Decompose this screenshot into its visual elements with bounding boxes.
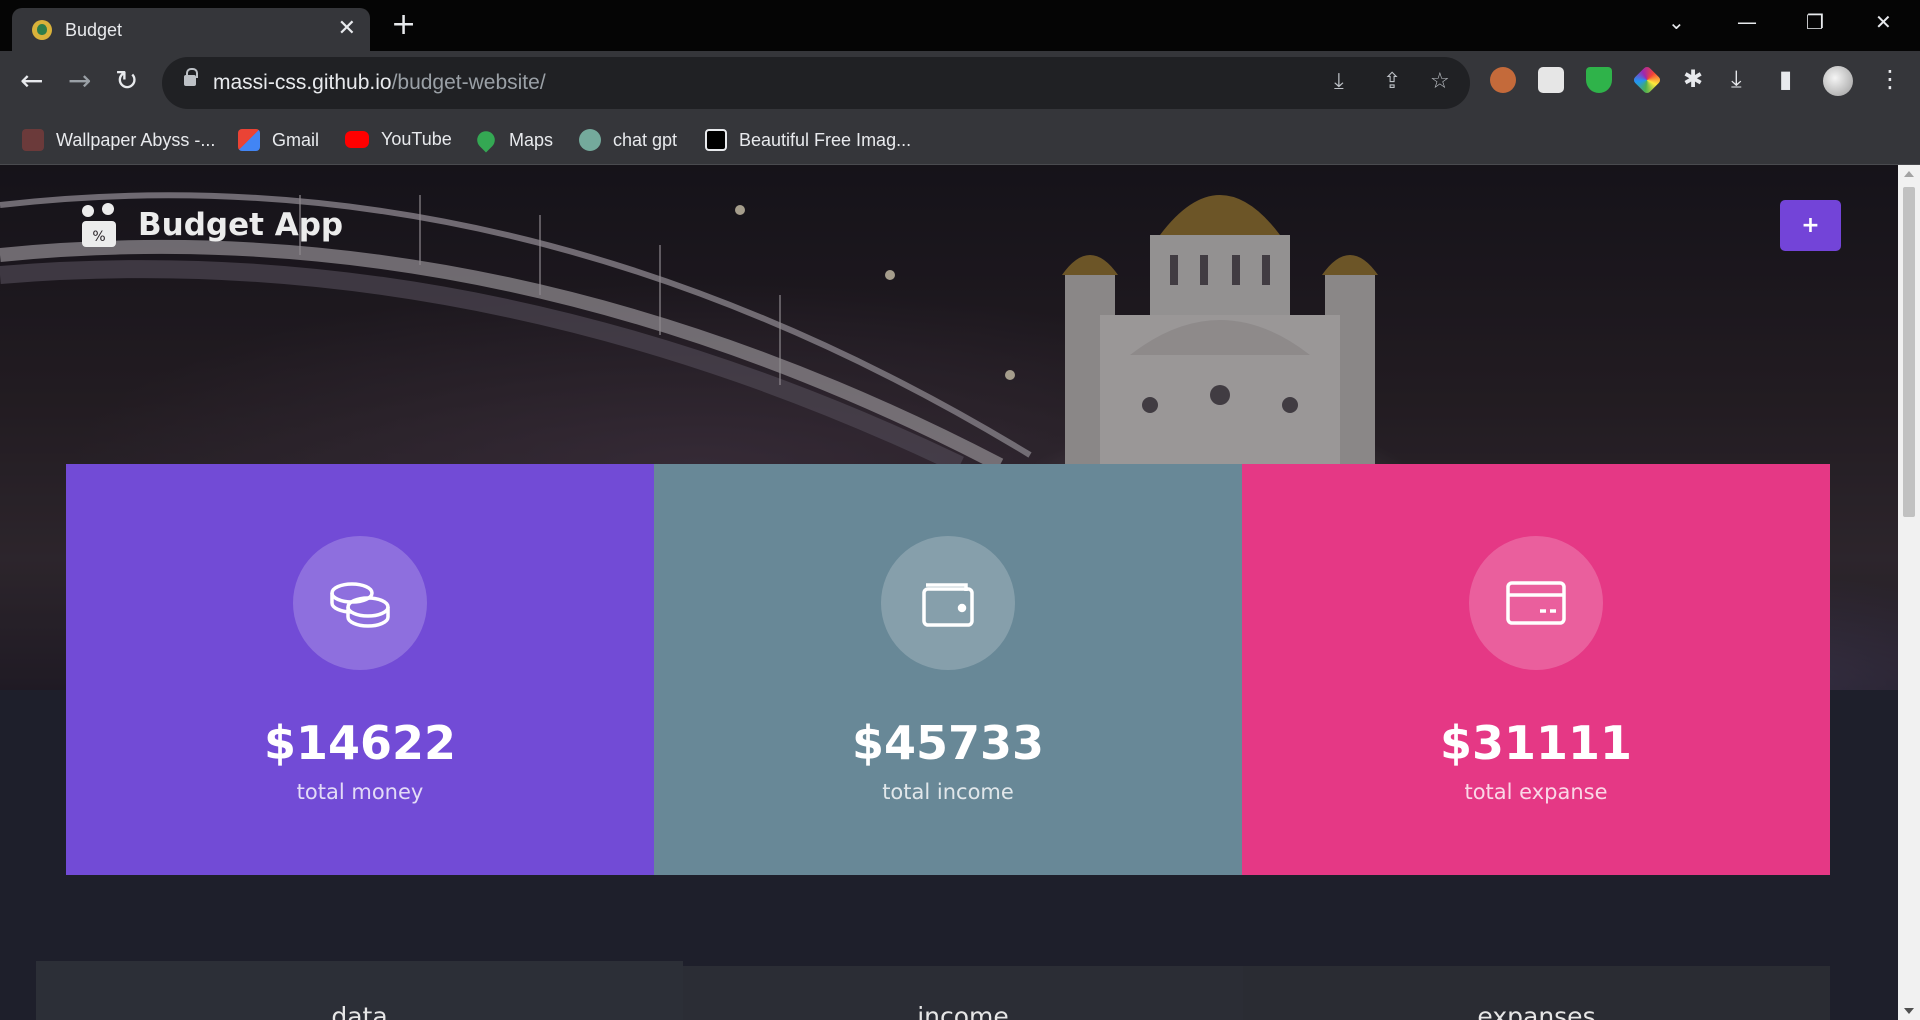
tab-close-icon[interactable]: ✕: [338, 16, 356, 42]
side-panel-icon[interactable]: ▮: [1779, 65, 1792, 93]
app-title: Budget App: [138, 207, 344, 243]
window-close-icon[interactable]: ✕: [1875, 10, 1892, 34]
reload-button[interactable]: ↻: [115, 65, 138, 97]
notes-extension-icon[interactable]: [1538, 67, 1564, 93]
bookmark-youtube[interactable]: YouTube: [345, 129, 452, 150]
total-money-amount: $14622: [263, 716, 457, 770]
tab-search-icon[interactable]: ⌄: [1668, 10, 1685, 34]
youtube-icon: [345, 131, 369, 148]
scroll-down-arrow-icon[interactable]: [1904, 1008, 1914, 1014]
bookmarks-bar: Wallpaper Abyss -... Gmail YouTube Maps …: [0, 117, 1920, 165]
bookmark-star-icon[interactable]: ☆: [1430, 69, 1450, 95]
summary-cards: $14622 total money $45733 total income $…: [66, 464, 1830, 875]
install-app-icon[interactable]: ⤓: [1334, 69, 1344, 95]
scroll-up-arrow-icon[interactable]: [1904, 171, 1914, 177]
minimize-icon[interactable]: —: [1737, 10, 1757, 34]
tab-title: Budget: [65, 20, 123, 40]
shield-extension-icon[interactable]: [1586, 67, 1612, 93]
browser-tab-bar: Budget ✕ + ⌄ — ❐ ✕: [0, 0, 1920, 51]
page-scrollbar[interactable]: [1898, 165, 1920, 1020]
maps-icon: [473, 127, 499, 153]
unsplash-icon: [705, 129, 727, 151]
url-text[interactable]: massi-css.github.io/budget-website/: [213, 71, 546, 95]
forward-button[interactable]: →: [68, 65, 91, 97]
bookmark-gmail[interactable]: Gmail: [238, 129, 319, 151]
download-icon[interactable]: ⤓: [1731, 65, 1742, 93]
lock-icon[interactable]: [184, 68, 198, 86]
total-money-card: $14622 total money: [66, 464, 654, 875]
expanses-panel-title: expanses: [1477, 1002, 1596, 1020]
bottom-panels: data income expanses: [36, 961, 1830, 1020]
bookmark-wallpaper-abyss[interactable]: Wallpaper Abyss -...: [22, 129, 215, 151]
income-panel: income: [683, 966, 1243, 1020]
page-viewport: % Budget App + $14622 total money $45733…: [0, 165, 1898, 1020]
restore-icon[interactable]: ❐: [1806, 10, 1824, 34]
total-expanse-card: $31111 total expanse: [1242, 464, 1830, 875]
color-picker-extension-icon[interactable]: [1632, 65, 1662, 95]
address-bar[interactable]: massi-css.github.io/budget-website/ ⤓ ⇪ …: [162, 57, 1470, 109]
total-income-card: $45733 total income: [654, 464, 1242, 875]
credit-card-icon: [1469, 536, 1603, 670]
data-panel: data: [36, 961, 683, 1020]
wallet-icon: [881, 536, 1015, 670]
profile-avatar[interactable]: [1823, 66, 1853, 96]
coins-icon: [293, 536, 427, 670]
cookie-extension-icon[interactable]: [1490, 67, 1516, 93]
add-transaction-button[interactable]: +: [1780, 200, 1841, 251]
total-income-label: total income: [882, 780, 1014, 804]
bookmark-maps[interactable]: Maps: [473, 127, 553, 153]
bookmark-unsplash[interactable]: Beautiful Free Imag...: [705, 129, 911, 151]
total-expanse-label: total expanse: [1464, 780, 1608, 804]
extensions-icon[interactable]: ✱: [1683, 65, 1703, 93]
bookmark-chat-gpt[interactable]: chat gpt: [579, 129, 677, 151]
new-tab-button[interactable]: +: [391, 8, 416, 42]
browser-tab[interactable]: Budget ✕: [12, 8, 370, 51]
chatgpt-icon: [579, 129, 601, 151]
browser-menu-icon[interactable]: ⋮: [1878, 65, 1902, 93]
browser-toolbar: ← → ↻ massi-css.github.io/budget-website…: [0, 51, 1920, 165]
back-button[interactable]: ←: [20, 65, 43, 97]
total-income-amount: $45733: [851, 716, 1045, 770]
data-panel-title: data: [331, 1002, 388, 1020]
wallpaper-abyss-icon: [22, 129, 44, 151]
budget-favicon-icon: [32, 20, 52, 40]
svg-text:%: %: [92, 229, 105, 245]
budget-logo-icon: %: [82, 203, 116, 247]
expanses-panel: expanses: [1243, 966, 1830, 1020]
income-panel-title: income: [917, 1002, 1009, 1020]
scroll-thumb[interactable]: [1903, 187, 1915, 517]
share-icon[interactable]: ⇪: [1383, 69, 1401, 95]
total-money-label: total money: [296, 780, 424, 804]
total-expanse-amount: $31111: [1439, 716, 1633, 770]
gmail-icon: [238, 129, 260, 151]
